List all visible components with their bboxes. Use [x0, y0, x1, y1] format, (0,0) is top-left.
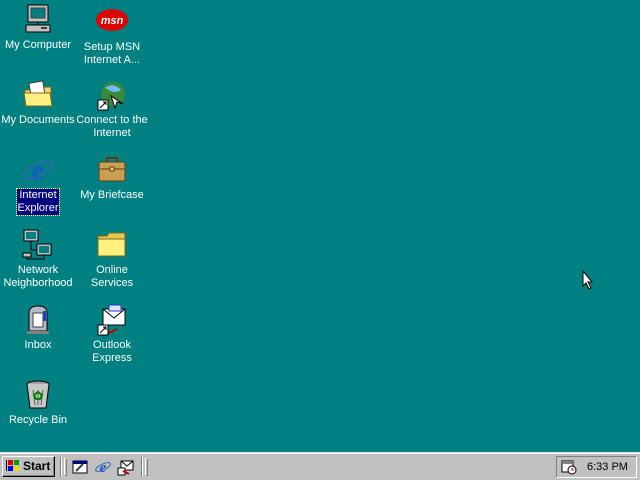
outlook-express-icon: [95, 303, 129, 337]
network-icon: [21, 228, 55, 262]
desktop[interactable]: My Computer msn Setup MSN Internet A... …: [0, 0, 640, 452]
my-computer-icon: [21, 3, 55, 37]
desktop-icon-internet-explorer[interactable]: e Internet Explorer: [0, 153, 76, 216]
clock[interactable]: 6:33 PM: [587, 460, 628, 474]
quick-launch-show-desktop[interactable]: [71, 458, 89, 476]
mouse-pointer-icon: [582, 270, 594, 290]
start-button[interactable]: Start: [2, 456, 55, 477]
desktop-icon-outlook-express[interactable]: Outlook Express: [74, 303, 150, 365]
desktop-icon-my-computer[interactable]: My Computer: [0, 3, 76, 52]
desktop-icon-label: My Briefcase: [80, 189, 144, 201]
desktop-icon-label: My Computer: [4, 39, 72, 51]
scheduler-icon[interactable]: [561, 459, 577, 475]
desktop-icon-label: Setup MSN Internet A...: [83, 41, 141, 66]
internet-explorer-icon: e: [95, 460, 111, 476]
quick-launch-outlook-express[interactable]: [117, 458, 135, 476]
desktop-icon-inbox[interactable]: Inbox: [0, 303, 76, 352]
svg-text:e: e: [32, 155, 44, 186]
windows-logo-icon: [6, 460, 19, 471]
desktop-icon-my-briefcase[interactable]: My Briefcase: [74, 153, 150, 202]
desktop-icon-setup-msn[interactable]: msn Setup MSN Internet A...: [74, 5, 150, 67]
desktop-icon-label: Internet Explorer: [15, 188, 61, 216]
outlook-express-icon: [117, 460, 134, 476]
folder-documents-icon: [21, 78, 55, 112]
desktop-icon-online-services[interactable]: Online Services: [74, 228, 150, 290]
desktop-icon-label: Connect to the Internet: [76, 114, 148, 139]
desktop-icon-label: My Documents: [1, 114, 75, 126]
desktop-icon-network-neighborhood[interactable]: Network Neighborhood: [0, 228, 76, 290]
folder-icon: [95, 228, 129, 262]
taskbar: Start e 6:33 PM: [0, 452, 640, 480]
desktop-icon-connect-internet[interactable]: Connect to the Internet: [74, 78, 150, 140]
desktop-icon-my-documents[interactable]: My Documents: [0, 78, 76, 127]
desktop-icon-recycle-bin[interactable]: Recycle Bin: [0, 378, 76, 427]
start-label: Start: [23, 459, 51, 473]
desktop-icon-label: Outlook Express: [92, 339, 132, 364]
inbox-icon: [21, 303, 55, 337]
show-desktop-icon: [72, 460, 88, 474]
desktop-icon-label: Recycle Bin: [8, 414, 68, 426]
svg-text:msn: msn: [101, 15, 124, 27]
briefcase-icon: [95, 153, 129, 187]
system-tray: 6:33 PM: [556, 456, 637, 478]
taskbar-grip[interactable]: [145, 458, 148, 476]
taskbar-divider: [141, 457, 143, 477]
svg-text:e: e: [100, 460, 107, 476]
desktop-icon-label: Inbox: [24, 339, 52, 351]
recycle-bin-icon: [21, 378, 55, 412]
desktop-icon-label: Online Services: [90, 264, 134, 289]
desktop-icon-label: Network Neighborhood: [3, 264, 73, 289]
connect-internet-icon: [95, 78, 129, 112]
msn-icon: msn: [95, 5, 129, 39]
quick-launch-internet-explorer[interactable]: e: [94, 458, 112, 476]
quick-launch-grip[interactable]: [64, 458, 67, 476]
taskbar-divider: [60, 457, 62, 477]
internet-explorer-icon: e: [21, 153, 55, 187]
